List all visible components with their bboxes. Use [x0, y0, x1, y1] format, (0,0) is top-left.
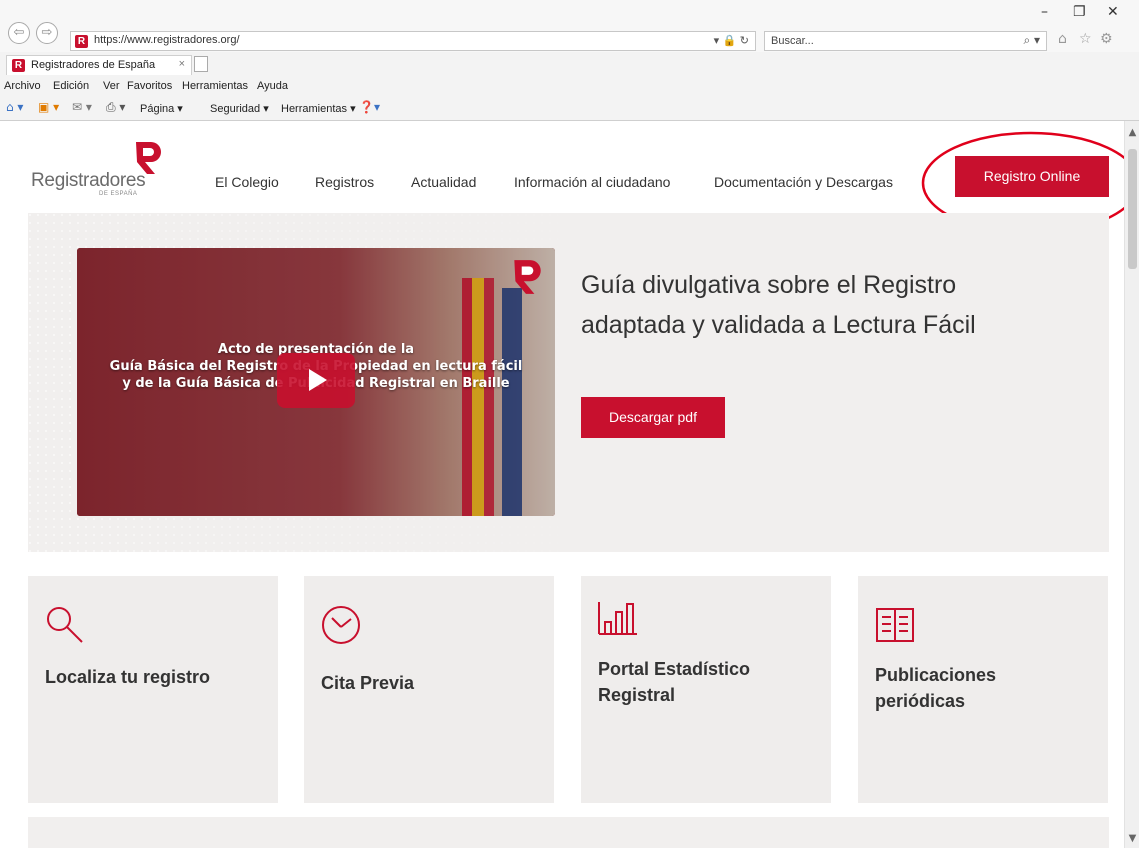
descargar-pdf-button[interactable]: Descargar pdf	[581, 397, 725, 438]
clock-icon	[322, 606, 360, 644]
card-title-line1: Cita Previa	[321, 673, 415, 693]
card-title-line1: Localiza tu registro	[45, 667, 211, 687]
scroll-up-icon[interactable]: ▲	[1125, 127, 1139, 138]
forward-button[interactable]: ⇨	[36, 22, 58, 44]
back-arrow-icon: ⇦	[13, 25, 25, 40]
back-button[interactable]: ⇦	[8, 22, 30, 44]
nav-el-colegio[interactable]: El Colegio	[215, 174, 279, 190]
command-herramientas[interactable]: Herramientas ▾	[281, 102, 356, 115]
settings-gear-icon[interactable]: ⚙	[1100, 31, 1113, 47]
magnifier-icon	[47, 607, 83, 643]
registro-online-button[interactable]: Registro Online	[955, 156, 1109, 197]
forward-arrow-icon: ⇨	[41, 25, 53, 40]
tab-registradores[interactable]: R Registradores de España ×	[6, 55, 192, 75]
card-title-line1: Publicaciones	[875, 665, 997, 685]
hero-title-line2: adaptada y validada a Lectura Fácil	[581, 311, 976, 339]
site-logo[interactable]: Registradores DE ESPAÑA	[31, 140, 161, 197]
scroll-thumb[interactable]	[1128, 149, 1137, 269]
restore-icon[interactable]: ❐	[1073, 4, 1086, 20]
help-icon[interactable]: ❓▾	[359, 100, 380, 114]
feeds-icon[interactable]: ▣ ▾	[38, 100, 59, 114]
address-bar-row: ⇦ ⇨ R https://www.registradores.org/ ▾ 🔒…	[0, 0, 1139, 52]
new-tab-button[interactable]	[194, 56, 208, 72]
scroll-down-icon[interactable]: ▼	[1125, 833, 1139, 844]
open-book-icon	[876, 608, 914, 642]
card-title-line1: Portal Estadístico	[598, 659, 751, 679]
search-box[interactable]: Buscar... ⌕ ▾	[764, 31, 1047, 51]
tab-title: Registradores de España	[31, 59, 156, 71]
logo-subtitle: DE ESPAÑA	[99, 191, 138, 197]
card-title: Publicaciones periódicas	[875, 662, 996, 714]
video-player[interactable]: Acto de presentación de la Guía Básica d…	[77, 248, 555, 516]
menu-herramientas[interactable]: Herramientas	[182, 80, 248, 92]
card-portal-estadistico[interactable]: Portal Estadístico Registral	[581, 576, 831, 803]
logo-wordmark: Registradores	[31, 170, 146, 191]
command-bar: ⌂ ▾ ▣ ▾ ✉ ▾ ⎙ ▾ Página ▾ Seguridad ▾ Her…	[0, 96, 1139, 120]
card-localiza-registro[interactable]: Localiza tu registro	[28, 576, 278, 803]
site-favicon-icon: R	[75, 35, 88, 48]
menu-favoritos[interactable]: Favoritos	[127, 80, 172, 92]
address-url[interactable]: https://www.registradores.org/	[94, 34, 240, 46]
nav-registros[interactable]: Registros	[315, 174, 374, 190]
home-command-icon[interactable]: ⌂ ▾	[6, 100, 23, 114]
minimize-icon[interactable]: –	[1041, 4, 1048, 20]
nav-informacion-ciudadano[interactable]: Información al ciudadano	[514, 174, 670, 190]
hero-title-line1: Guía divulgativa sobre el Registro	[581, 271, 957, 299]
hero-banner: Acto de presentación de la Guía Básica d…	[28, 213, 1109, 552]
hero-title: Guía divulgativa sobre el Registro adapt…	[581, 265, 1081, 345]
menu-ver[interactable]: Ver	[103, 80, 120, 92]
search-icon[interactable]: ⌕ ▾	[1023, 33, 1040, 48]
video-logo-icon	[514, 260, 541, 294]
command-pagina[interactable]: Página ▾	[140, 102, 183, 115]
card-title: Localiza tu registro	[45, 664, 210, 690]
home-icon[interactable]: ⌂	[1058, 31, 1067, 47]
address-bar[interactable]: R https://www.registradores.org/ ▾ 🔒 ↻	[70, 31, 756, 51]
favorites-star-icon[interactable]: ☆	[1079, 31, 1092, 47]
play-button[interactable]	[277, 353, 355, 408]
card-cita-previa[interactable]: Cita Previa	[304, 576, 554, 803]
menu-edicion[interactable]: Edición	[53, 80, 89, 92]
page-scrollbar[interactable]: ▲ ▼	[1124, 121, 1139, 848]
card-title: Cita Previa	[321, 670, 414, 696]
card-title-line2: periódicas	[875, 691, 966, 711]
nav-documentacion-descargas[interactable]: Documentación y Descargas	[714, 174, 893, 190]
print-icon[interactable]: ⎙ ▾	[106, 100, 125, 115]
menu-ayuda[interactable]: Ayuda	[257, 80, 288, 92]
tab-close-icon[interactable]: ×	[179, 58, 185, 70]
search-input[interactable]: Buscar...	[771, 35, 814, 47]
card-title-line2: Registral	[598, 685, 676, 705]
play-icon	[309, 369, 327, 391]
close-window-icon[interactable]: ✕	[1107, 4, 1119, 20]
browser-chrome: ⇦ ⇨ R https://www.registradores.org/ ▾ 🔒…	[0, 0, 1139, 121]
tab-strip: R Registradores de España ×	[0, 53, 1139, 75]
address-tools-icon[interactable]: ▾ 🔒 ↻	[714, 34, 749, 47]
card-title: Portal Estadístico Registral	[598, 656, 750, 708]
bar-chart-icon	[598, 602, 637, 635]
menu-bar: Archivo Edición Ver Favoritos Herramient…	[0, 76, 1139, 96]
command-seguridad[interactable]: Seguridad ▾	[210, 102, 269, 115]
tab-favicon-icon: R	[12, 59, 25, 72]
next-section-strip	[28, 817, 1109, 848]
nav-actualidad[interactable]: Actualidad	[411, 174, 476, 190]
mail-icon[interactable]: ✉ ▾	[72, 100, 92, 114]
menu-archivo[interactable]: Archivo	[4, 80, 41, 92]
page-viewport: Registradores DE ESPAÑA El Colegio Regis…	[0, 121, 1124, 848]
card-publicaciones-periodicas[interactable]: Publicaciones periódicas	[858, 576, 1108, 803]
